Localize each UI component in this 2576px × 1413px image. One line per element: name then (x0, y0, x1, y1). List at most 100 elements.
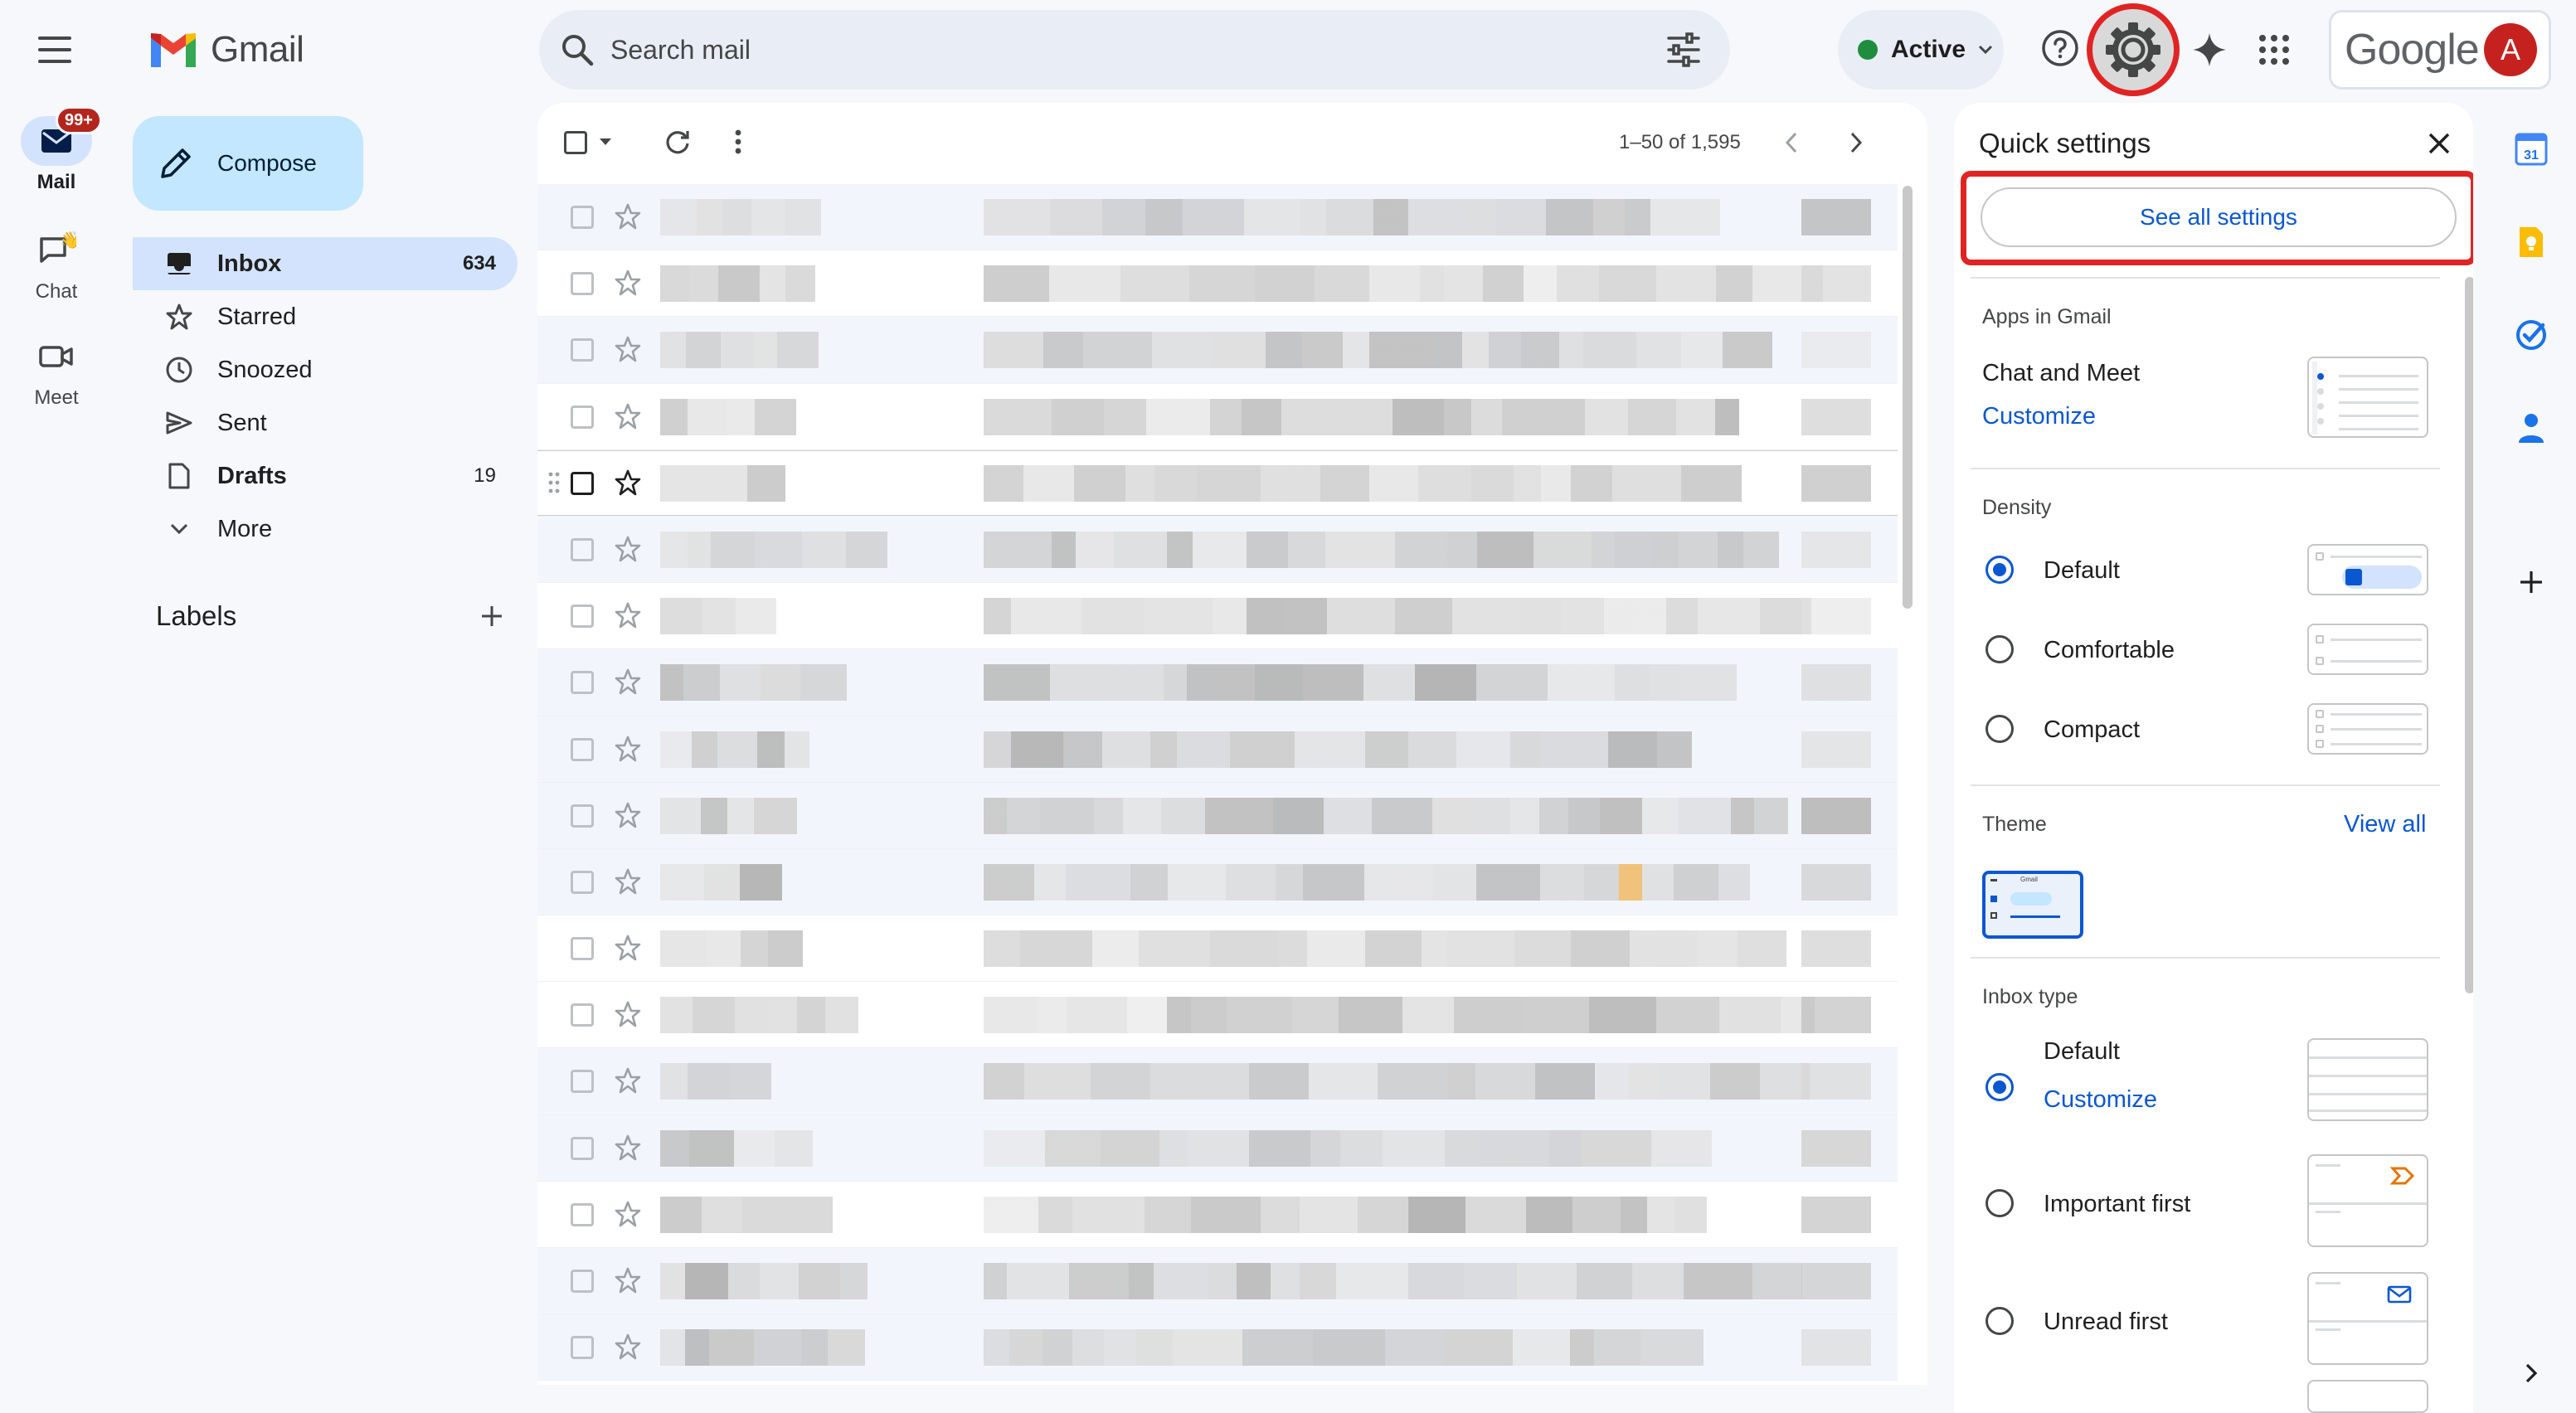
theme-thumbnail[interactable]: Gmail (1982, 871, 2083, 939)
message-row[interactable] (537, 383, 1898, 450)
get-addons-button[interactable] (2511, 562, 2551, 602)
star-icon[interactable] (614, 1333, 642, 1361)
star-icon[interactable] (614, 202, 642, 231)
message-checkbox[interactable] (571, 1270, 594, 1293)
status-selector[interactable]: Active (1838, 10, 2004, 90)
inbox-option-label[interactable]: Unread first (2044, 1309, 2168, 1336)
support-button[interactable] (2037, 25, 2083, 71)
message-row[interactable] (537, 1248, 1898, 1315)
message-checkbox[interactable] (571, 737, 594, 761)
refresh-button[interactable] (663, 128, 692, 156)
message-checkbox[interactable] (571, 471, 594, 495)
message-checkbox[interactable] (571, 1202, 594, 1226)
message-row[interactable] (537, 716, 1898, 783)
select-options-dropdown[interactable] (599, 138, 612, 146)
drag-handle-icon[interactable] (547, 470, 561, 495)
inbox-customize-link[interactable]: Customize (2044, 1086, 2157, 1114)
message-checkbox[interactable] (571, 1136, 594, 1160)
nav-item-snoozed[interactable]: Snoozed (133, 343, 518, 396)
nav-item-inbox[interactable]: Inbox 634 (133, 237, 518, 290)
message-row[interactable] (537, 583, 1898, 650)
message-checkbox[interactable] (571, 937, 594, 961)
nav-item-sent[interactable]: Sent (133, 396, 518, 449)
message-row[interactable] (537, 982, 1898, 1049)
star-icon[interactable] (614, 801, 642, 829)
star-icon[interactable] (614, 1200, 642, 1228)
gemini-button[interactable] (2186, 27, 2233, 73)
inbox-option-label[interactable]: Default (2044, 1038, 2120, 1066)
inbox-option-label[interactable]: Important first (2044, 1191, 2190, 1218)
inbox-unread-first-radio[interactable] (1985, 1307, 2014, 1335)
star-icon[interactable] (614, 535, 642, 563)
message-checkbox[interactable] (571, 405, 594, 429)
account-switcher[interactable]: Google A (2329, 10, 2551, 90)
close-icon[interactable] (2427, 131, 2452, 156)
message-row[interactable] (537, 915, 1898, 983)
star-icon[interactable] (614, 601, 642, 629)
message-checkbox[interactable] (571, 1336, 594, 1360)
list-scrollbar[interactable] (1903, 186, 1913, 609)
nav-item-drafts[interactable]: Drafts 19 (133, 449, 518, 503)
search-input[interactable] (610, 32, 1523, 68)
older-button[interactable] (1848, 131, 1864, 154)
rail-item-chat[interactable]: 👋 Chat (0, 226, 113, 303)
star-icon[interactable] (614, 402, 642, 430)
gmail-logo[interactable]: Gmail (148, 25, 304, 75)
star-icon[interactable] (614, 269, 642, 297)
message-checkbox[interactable] (571, 605, 594, 629)
avatar[interactable]: A (2484, 23, 2537, 76)
nav-item-starred[interactable]: Starred (133, 290, 518, 343)
message-checkbox[interactable] (571, 272, 594, 296)
more-actions-button[interactable] (733, 128, 743, 156)
message-row[interactable] (537, 782, 1898, 849)
rail-item-meet[interactable]: Meet (0, 332, 113, 410)
tasks-app-button[interactable] (2511, 315, 2551, 355)
search-icon[interactable] (559, 32, 595, 68)
message-checkbox[interactable] (571, 870, 594, 894)
message-row[interactable] (537, 317, 1898, 384)
nav-item-more[interactable]: More (133, 503, 518, 556)
message-row[interactable] (537, 1314, 1898, 1381)
message-row[interactable] (537, 250, 1898, 318)
message-row[interactable] (537, 516, 1898, 584)
message-checkbox[interactable] (571, 206, 594, 229)
message-row[interactable] (537, 1181, 1898, 1248)
star-icon[interactable] (614, 735, 642, 763)
density-comfortable-radio[interactable] (1985, 635, 2014, 663)
star-icon[interactable] (614, 1134, 642, 1162)
density-option-label[interactable]: Default (2044, 557, 2120, 585)
show-side-panel-button[interactable] (2511, 1353, 2551, 1393)
select-all-checkbox[interactable] (564, 131, 587, 154)
star-icon[interactable] (614, 934, 642, 962)
density-option-label[interactable]: Compact (2044, 716, 2140, 744)
see-all-settings-button[interactable]: See all settings (1981, 187, 2457, 247)
quick-settings-scrollbar[interactable] (2465, 277, 2473, 993)
message-row[interactable] (537, 184, 1898, 251)
star-icon[interactable] (614, 1266, 642, 1294)
add-label-icon[interactable] (479, 604, 504, 629)
keep-app-button[interactable] (2511, 222, 2551, 262)
main-menu-button[interactable] (32, 32, 81, 68)
calendar-app-button[interactable]: 31 (2511, 129, 2551, 169)
view-all-themes-link[interactable]: View all (2344, 811, 2426, 838)
star-icon[interactable] (614, 867, 642, 896)
google-apps-button[interactable] (2251, 27, 2297, 73)
rail-item-mail[interactable]: 99+ Mail (0, 106, 113, 194)
message-checkbox[interactable] (571, 1003, 594, 1027)
star-icon[interactable] (614, 335, 642, 363)
star-icon[interactable] (614, 1066, 642, 1095)
newer-button[interactable] (1783, 131, 1800, 154)
message-checkbox[interactable] (571, 537, 594, 561)
message-row[interactable] (537, 449, 1898, 517)
compose-button[interactable]: Compose (133, 116, 363, 211)
inbox-important-first-radio[interactable] (1985, 1189, 2014, 1217)
density-compact-radio[interactable] (1985, 715, 2014, 743)
contacts-app-button[interactable] (2511, 408, 2551, 448)
density-option-label[interactable]: Comfortable (2044, 637, 2175, 664)
message-checkbox[interactable] (571, 804, 594, 828)
message-row[interactable] (537, 649, 1898, 716)
message-checkbox[interactable] (571, 671, 594, 695)
star-icon[interactable] (614, 469, 642, 497)
inbox-default-radio[interactable] (1985, 1073, 2014, 1101)
message-row[interactable] (537, 1114, 1898, 1182)
